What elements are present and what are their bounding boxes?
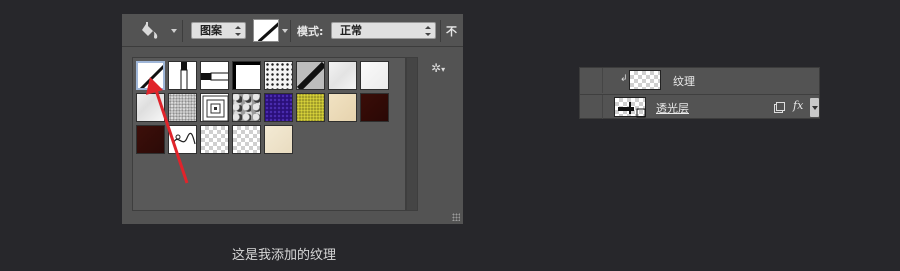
layer-style-icon[interactable] (774, 102, 785, 113)
layer-content-icon (618, 102, 646, 118)
layer-options-arrow-icon[interactable] (810, 98, 819, 117)
visibility-toggle[interactable] (580, 95, 603, 119)
annotation-arrow (146, 77, 189, 184)
layer-row-texture[interactable]: ↲ 纹理 (580, 68, 819, 93)
clip-link-icon: ↲ (620, 74, 628, 84)
layer-thumbnail[interactable] (614, 97, 646, 118)
visibility-toggle[interactable] (580, 68, 603, 93)
layer-thumbnail[interactable] (629, 70, 661, 90)
layer-name[interactable]: 透光层 (656, 100, 689, 116)
fx-icon[interactable]: fx (793, 99, 803, 112)
layer-row-light[interactable]: 透光层 fx (580, 94, 819, 119)
layers-panel: ↲ 纹理 透光层 fx (579, 67, 820, 119)
layer-name[interactable]: 纹理 (673, 73, 695, 89)
